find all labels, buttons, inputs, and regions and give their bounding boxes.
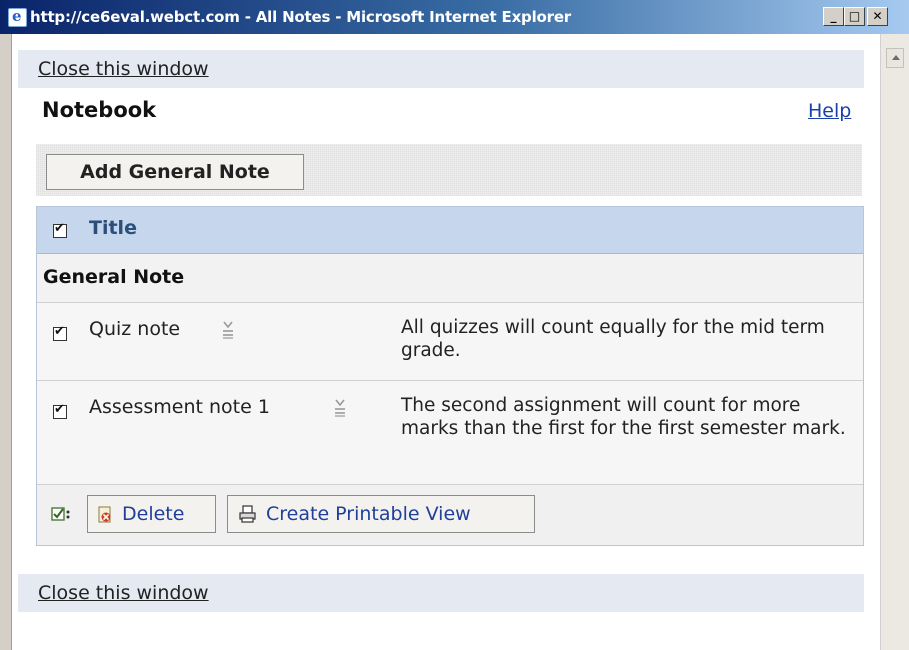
select-all-actions-icon — [51, 507, 70, 521]
window-titlebar: http://ce6eval.webct.com - All Notes - M… — [0, 0, 909, 34]
note-menu-icon[interactable] — [221, 321, 235, 339]
row-checkbox[interactable] — [53, 324, 67, 341]
maximize-button[interactable]: □ — [844, 7, 865, 26]
scroll-up-arrow-icon[interactable] — [886, 48, 904, 68]
note-description: All quizzes will count equally for the m… — [401, 317, 825, 361]
table-actions: Delete Create Printable View — [37, 485, 863, 545]
maximize-icon: □ — [848, 9, 861, 23]
printer-icon — [239, 505, 256, 523]
table-row: Assessment note 1 The second assignment … — [37, 381, 863, 485]
note-menu-icon[interactable] — [333, 399, 347, 417]
title-column-header[interactable]: Title — [89, 217, 137, 239]
delete-icon — [98, 506, 111, 523]
note-title[interactable]: Assessment note 1 — [89, 396, 270, 418]
delete-button[interactable]: Delete — [87, 495, 216, 533]
minimize-button[interactable]: _ — [823, 7, 844, 26]
create-printable-view-button[interactable]: Create Printable View — [227, 495, 535, 533]
notes-table: Title General Note Quiz note All quizzes… — [36, 206, 864, 546]
close-window-bar-bottom: Close this window — [18, 574, 864, 612]
close-window-link-bottom[interactable]: Close this window — [38, 582, 209, 604]
window-title: http://ce6eval.webct.com - All Notes - M… — [30, 8, 572, 26]
close-window-link-top[interactable]: Close this window — [38, 58, 209, 80]
create-printable-view-label: Create Printable View — [266, 503, 471, 525]
section-header: General Note — [37, 254, 863, 303]
close-window-button[interactable]: ✕ — [867, 7, 888, 26]
note-description: The second assignment will count for mor… — [401, 395, 846, 439]
page-title: Notebook — [42, 98, 157, 122]
vertical-scrollbar[interactable] — [880, 34, 909, 650]
minimize-icon: _ — [830, 9, 837, 23]
table-header: Title — [37, 207, 863, 254]
section-title: General Note — [43, 266, 185, 288]
note-title[interactable]: Quiz note — [89, 318, 180, 340]
delete-label: Delete — [122, 503, 185, 525]
close-window-bar-top: Close this window — [18, 50, 864, 88]
close-icon: ✕ — [872, 9, 883, 23]
select-all-checkbox[interactable] — [53, 221, 67, 238]
add-general-note-button[interactable]: Add General Note — [46, 154, 304, 190]
table-row: Quiz note All quizzes will count equally… — [37, 303, 863, 381]
window-frame — [0, 34, 12, 650]
help-link[interactable]: Help — [808, 100, 851, 122]
row-checkbox[interactable] — [53, 402, 67, 419]
toolbar: Add General Note — [36, 144, 862, 196]
internet-explorer-icon — [8, 7, 27, 27]
